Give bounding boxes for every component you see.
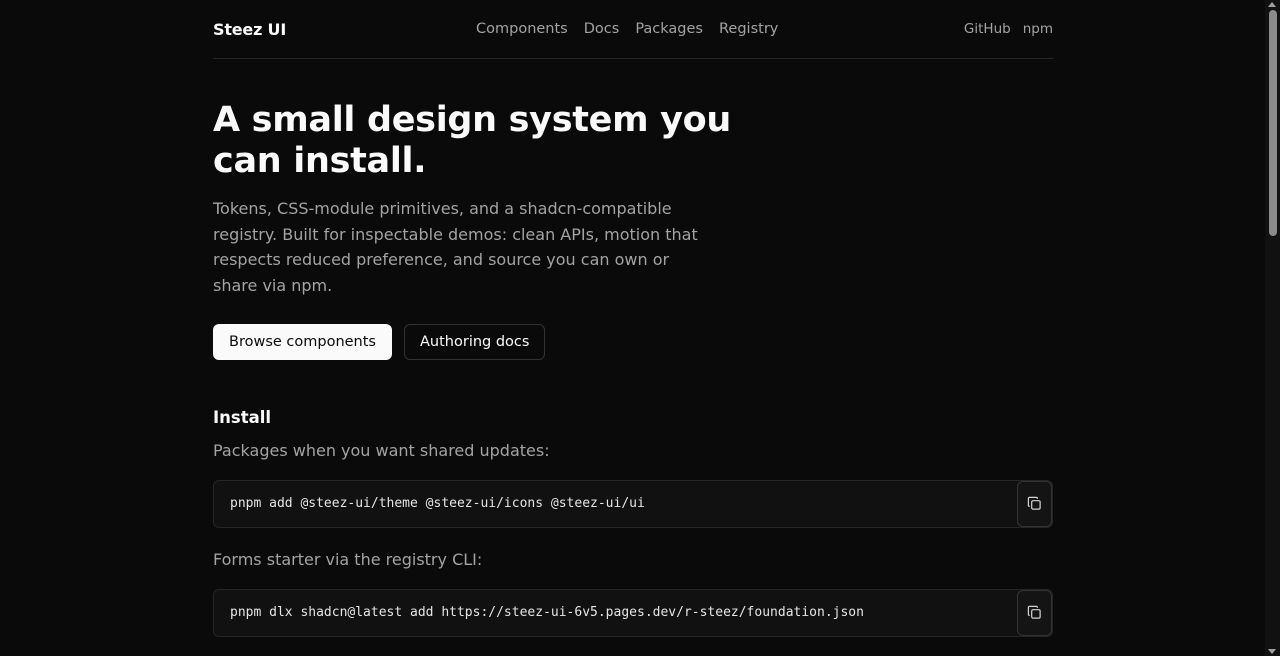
- external-links: GitHub npm: [964, 0, 1053, 58]
- hero-subtitle: Tokens, CSS-module primitives, and a sha…: [213, 199, 698, 296]
- registry-command[interactable]: pnpm dlx shadcn@latest add https://steez…: [230, 605, 864, 620]
- packages-command[interactable]: pnpm add @steez-ui/theme @steez-ui/icons…: [230, 496, 645, 511]
- scroll-down-arrow-icon[interactable]: [1268, 649, 1276, 654]
- copy-packages-button[interactable]: [1017, 480, 1052, 527]
- content-wrapper: Steez UI Components Docs Packages Regist…: [213, 0, 1053, 637]
- npm-link[interactable]: npm: [1023, 21, 1053, 37]
- packages-description: Packages when you want shared updates:: [213, 440, 550, 460]
- github-link[interactable]: GitHub: [964, 21, 1011, 37]
- registry-description: Forms starter via the registry CLI:: [213, 549, 483, 569]
- scroll-up-arrow-icon[interactable]: [1268, 2, 1276, 7]
- page: Steez UI Components Docs Packages Regist…: [0, 0, 1280, 656]
- hero-actions: Browse components Authoring docs: [213, 323, 1053, 360]
- packages-code-block: pnpm add @steez-ui/theme @steez-ui/icons…: [213, 479, 1053, 528]
- authoring-docs-button[interactable]: Authoring docs: [404, 323, 546, 360]
- main-nav: Components Docs Packages Registry: [476, 0, 778, 58]
- copy-registry-button[interactable]: [1017, 589, 1052, 636]
- nav-components[interactable]: Components: [476, 21, 568, 37]
- nav-registry[interactable]: Registry: [719, 21, 778, 37]
- brand-logo[interactable]: Steez UI: [213, 20, 286, 39]
- browse-components-button[interactable]: Browse components: [213, 323, 392, 360]
- hero-title: A small design system you can install.: [213, 100, 732, 181]
- install-heading: Install: [213, 407, 272, 427]
- hero: A small design system you can install. T…: [213, 100, 1053, 360]
- copy-icon: [1027, 497, 1041, 511]
- site-header: Steez UI Components Docs Packages Regist…: [213, 0, 1053, 59]
- nav-packages[interactable]: Packages: [635, 21, 703, 37]
- nav-docs[interactable]: Docs: [584, 21, 620, 37]
- registry-code-block: pnpm dlx shadcn@latest add https://steez…: [213, 588, 1053, 637]
- scrollbar-thumb[interactable]: [1269, 10, 1277, 236]
- vertical-scrollbar[interactable]: [1265, 0, 1280, 656]
- install-section: Install Packages when you want shared up…: [213, 408, 1053, 637]
- copy-icon: [1027, 606, 1041, 620]
